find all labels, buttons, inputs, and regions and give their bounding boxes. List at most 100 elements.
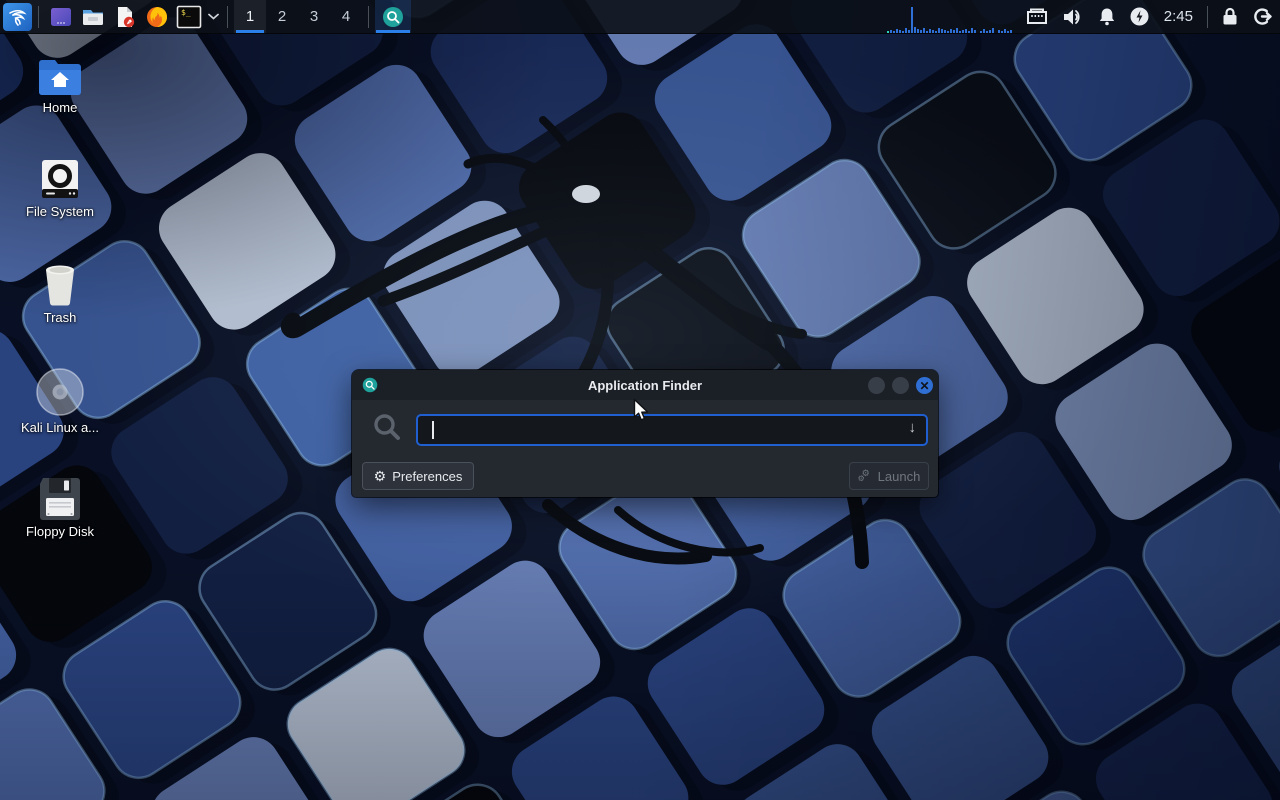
workspace-1[interactable]: 1 bbox=[234, 0, 266, 33]
gear-icon: ⚙ bbox=[374, 469, 387, 483]
load-bar bbox=[1010, 30, 1012, 33]
taskbar-application-finder[interactable] bbox=[375, 0, 411, 33]
bell-icon bbox=[1098, 7, 1116, 26]
terminal-dropdown-button[interactable] bbox=[205, 2, 221, 32]
notifications-tray-button[interactable] bbox=[1098, 0, 1116, 33]
desktop-icon-file-system[interactable]: File System bbox=[12, 158, 108, 219]
load-bar bbox=[917, 29, 919, 33]
terminal-prompt-glyph: $_ bbox=[181, 8, 191, 17]
launcher-firefox[interactable] bbox=[142, 2, 172, 32]
desktop-label-floppy-disk: Floppy Disk bbox=[12, 524, 108, 539]
panel-separator bbox=[227, 6, 228, 28]
desktop-label-trash: Trash bbox=[12, 310, 108, 325]
workspace-3[interactable]: 3 bbox=[298, 0, 330, 33]
preferences-button[interactable]: ⚙ Preferences bbox=[362, 462, 474, 490]
load-bar bbox=[911, 7, 913, 33]
launcher-file-manager[interactable] bbox=[78, 2, 108, 32]
load-bar bbox=[998, 30, 1000, 33]
workspace-4-label: 4 bbox=[342, 8, 350, 25]
workspace-3-label: 3 bbox=[310, 8, 318, 25]
load-bar bbox=[974, 30, 976, 33]
launcher-terminal[interactable]: $_ bbox=[174, 2, 204, 32]
load-bar bbox=[965, 29, 967, 33]
clock[interactable]: 2:45 bbox=[1164, 8, 1193, 25]
application-finder-window: Application Finder ✕ ↓ ⚙ Preferences ⚙ bbox=[352, 370, 938, 497]
load-bar bbox=[947, 31, 949, 33]
workspace-1-label: 1 bbox=[246, 8, 254, 25]
top-panel: $_ 1 2 3 4 bbox=[0, 0, 1280, 34]
load-bar bbox=[944, 30, 946, 33]
titlebar[interactable]: Application Finder ✕ bbox=[352, 370, 938, 400]
network-tray-button[interactable] bbox=[1026, 0, 1048, 33]
load-bar bbox=[950, 29, 952, 33]
network-icon bbox=[1026, 8, 1048, 25]
load-bar bbox=[923, 28, 925, 33]
panel-separator bbox=[1207, 6, 1208, 28]
volume-tray-button[interactable] bbox=[1062, 0, 1084, 33]
application-finder-icon bbox=[382, 6, 404, 28]
close-button[interactable]: ✕ bbox=[916, 377, 933, 394]
launch-button[interactable]: ⚙ ⚙ Launch bbox=[849, 462, 929, 490]
desktop-icon-floppy-disk[interactable]: Floppy Disk bbox=[12, 476, 108, 539]
load-bar bbox=[938, 28, 940, 33]
power-manager-tray-button[interactable] bbox=[1130, 0, 1149, 33]
launcher-dashboard[interactable] bbox=[46, 2, 76, 32]
file-manager-icon bbox=[81, 5, 105, 29]
dialog-button-row: ⚙ Preferences ⚙ ⚙ Launch bbox=[352, 462, 938, 488]
workspace-4[interactable]: 4 bbox=[330, 0, 362, 33]
desktop-icon-home[interactable]: Home bbox=[12, 56, 108, 115]
dashboard-icon bbox=[49, 5, 73, 29]
panel-separator bbox=[38, 6, 39, 28]
load-bar bbox=[983, 29, 985, 33]
close-icon: ✕ bbox=[919, 380, 929, 392]
load-bar bbox=[929, 29, 931, 33]
load-bar bbox=[941, 29, 943, 33]
load-bar bbox=[914, 27, 916, 33]
minimize-button[interactable] bbox=[868, 377, 885, 394]
load-bar bbox=[1004, 29, 1006, 33]
desktop-label-home: Home bbox=[12, 100, 108, 115]
load-bar bbox=[1007, 31, 1009, 33]
load-bar bbox=[980, 31, 982, 33]
volume-icon bbox=[1062, 8, 1084, 26]
desktop-icon-kali-cd[interactable]: Kali Linux a... bbox=[12, 368, 108, 435]
desktop-root: $_ 1 2 3 4 bbox=[0, 0, 1280, 800]
load-bar bbox=[932, 30, 934, 33]
load-bar bbox=[1001, 31, 1003, 33]
search-input[interactable]: ↓ bbox=[416, 414, 928, 446]
optical-disc-icon bbox=[36, 368, 84, 416]
load-bar bbox=[908, 30, 910, 33]
load-bar bbox=[890, 30, 892, 33]
text-caret bbox=[432, 421, 434, 439]
load-bar bbox=[986, 31, 988, 33]
launcher-text-editor[interactable] bbox=[110, 2, 140, 32]
applications-menu-button[interactable] bbox=[3, 3, 32, 31]
workspace-2[interactable]: 2 bbox=[266, 0, 298, 33]
load-bar bbox=[926, 31, 928, 33]
panel-separator bbox=[368, 6, 369, 28]
launch-gears-icon: ⚙ ⚙ bbox=[858, 469, 872, 483]
desktop-icon-trash[interactable]: Trash bbox=[12, 262, 108, 325]
dropdown-arrow-icon[interactable]: ↓ bbox=[909, 419, 917, 436]
system-load-graph[interactable] bbox=[887, 0, 1019, 34]
desktop-label-kali-linux: Kali Linux a... bbox=[12, 420, 108, 435]
logout-icon bbox=[1253, 7, 1273, 26]
lock-screen-button[interactable] bbox=[1221, 0, 1239, 33]
load-bar bbox=[992, 28, 994, 33]
load-bar bbox=[896, 29, 898, 33]
logout-button[interactable] bbox=[1253, 0, 1273, 33]
load-bar bbox=[968, 31, 970, 33]
power-battery-icon bbox=[1130, 7, 1149, 26]
kali-logo-icon bbox=[7, 6, 29, 28]
firefox-icon bbox=[145, 5, 169, 29]
workspace-2-label: 2 bbox=[278, 8, 286, 25]
mouse-cursor bbox=[633, 398, 650, 422]
load-bar bbox=[959, 31, 961, 33]
home-folder-icon bbox=[38, 56, 82, 96]
hard-drive-icon bbox=[39, 158, 81, 200]
load-bar bbox=[902, 31, 904, 33]
load-bar bbox=[956, 28, 958, 33]
maximize-button[interactable] bbox=[892, 377, 909, 394]
floppy-disk-icon bbox=[38, 476, 82, 520]
preferences-label: Preferences bbox=[392, 469, 462, 484]
